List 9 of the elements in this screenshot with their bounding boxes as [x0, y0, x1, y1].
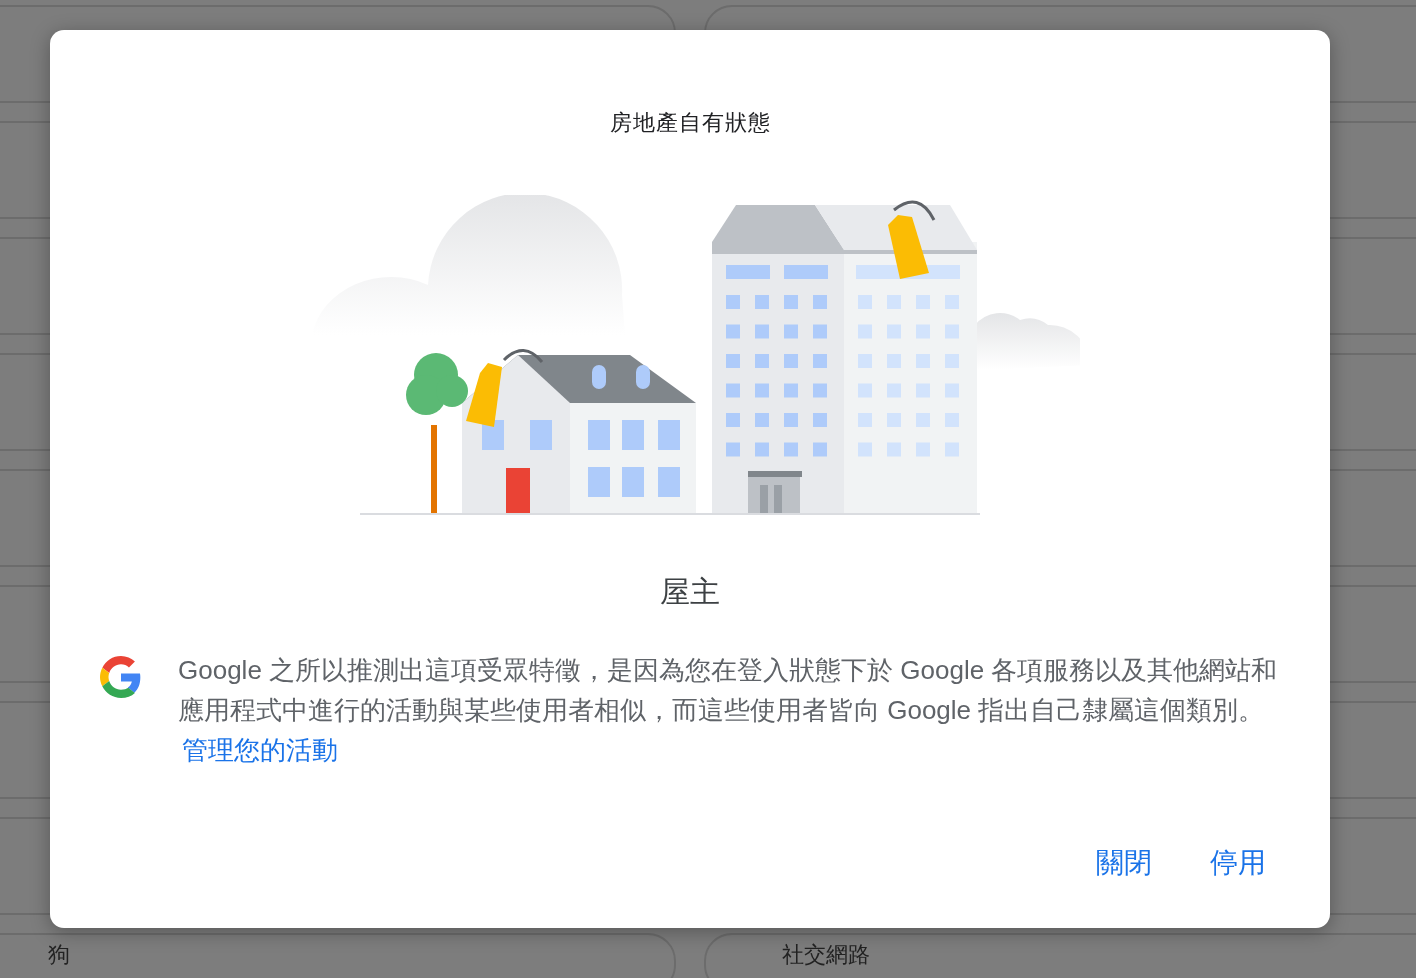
description-text: Google 之所以推測出這項受眾特徵，是因為您在登入狀態下於 Google 各項服務以及其他網站和應用程式中進行的活動與某些使用者相似，而這些使用者皆向 Google 指出自己隸屬這個類別。 管理您的活動 — [178, 654, 1279, 767]
dialog-title: 房地產自有狀態 — [609, 109, 771, 137]
dialog-button[interactable]: 停用 — [1194, 838, 1282, 888]
google-logo-icon — [100, 656, 142, 698]
category-label: 社交網路 — [782, 941, 870, 969]
segment-name: 屋主 — [660, 574, 720, 610]
dialog-button[interactable]: 關閉 — [1080, 838, 1168, 888]
manage-activity-link[interactable]: 管理您的活動 — [182, 735, 338, 765]
category-label: 狗 — [48, 941, 70, 969]
